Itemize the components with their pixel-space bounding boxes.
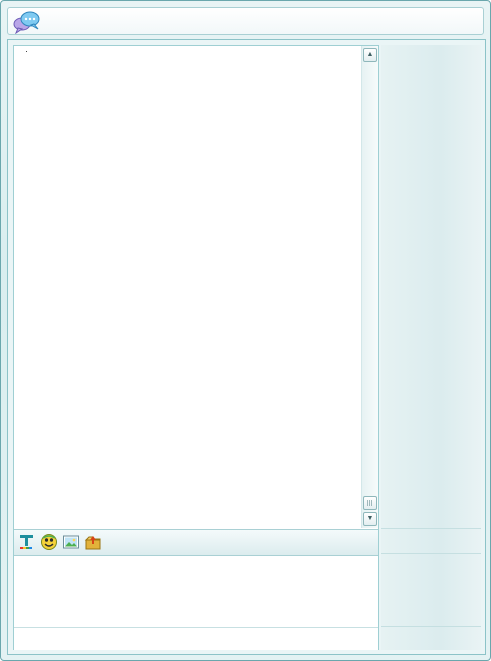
side-divider bbox=[381, 528, 481, 529]
grip-icon bbox=[367, 500, 373, 506]
chat-window: ▲ ▼ bbox=[0, 0, 491, 661]
history-scrollbar[interactable]: ▲ ▼ bbox=[361, 46, 378, 528]
side-divider bbox=[381, 626, 481, 627]
chat-body: ▲ ▼ bbox=[7, 39, 486, 655]
text-format-icon[interactable] bbox=[18, 533, 36, 551]
scroll-up-button[interactable]: ▲ bbox=[363, 48, 377, 62]
side-divider bbox=[381, 553, 481, 554]
arrow-up-icon: ▲ bbox=[366, 51, 374, 58]
message-history[interactable]: ▲ ▼ bbox=[14, 46, 378, 528]
picture-icon[interactable] bbox=[62, 533, 80, 551]
arrow-down-icon: ▼ bbox=[366, 515, 374, 522]
input-status-strip bbox=[14, 627, 378, 650]
scroll-down-button[interactable]: ▼ bbox=[363, 512, 377, 526]
emoticon-icon[interactable] bbox=[40, 533, 58, 551]
conversation-panel: ▲ ▼ bbox=[13, 45, 379, 650]
send-file-icon[interactable] bbox=[84, 533, 102, 551]
message-input[interactable] bbox=[14, 556, 378, 626]
title-bar[interactable] bbox=[7, 7, 484, 35]
scroll-thumb[interactable] bbox=[363, 496, 377, 510]
history-caret bbox=[26, 51, 27, 52]
message-toolbar bbox=[14, 529, 378, 556]
side-panel bbox=[381, 45, 481, 650]
chat-bubbles-icon bbox=[12, 10, 42, 35]
